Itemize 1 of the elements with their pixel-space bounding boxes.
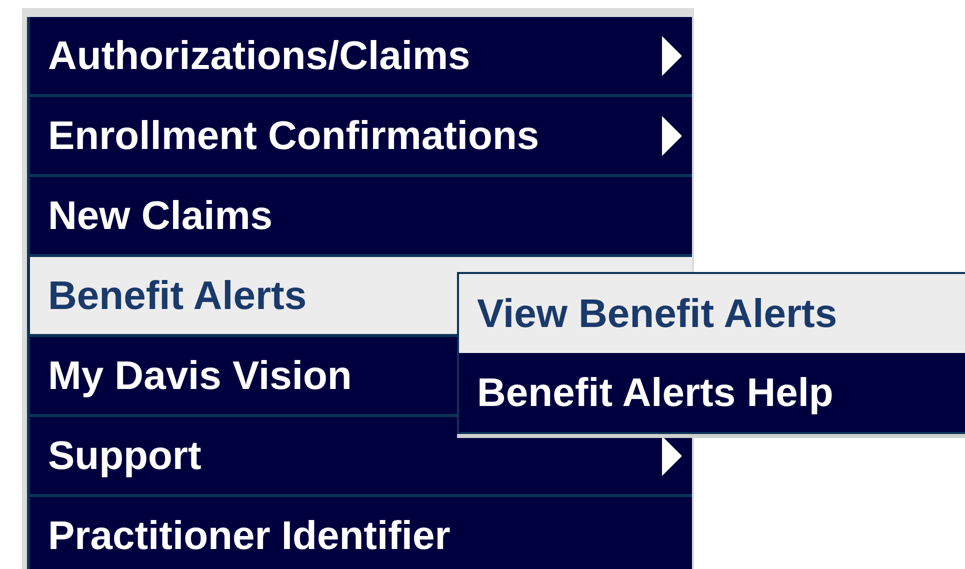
submenu-item[interactable]: View Benefit Alerts — [459, 274, 965, 353]
